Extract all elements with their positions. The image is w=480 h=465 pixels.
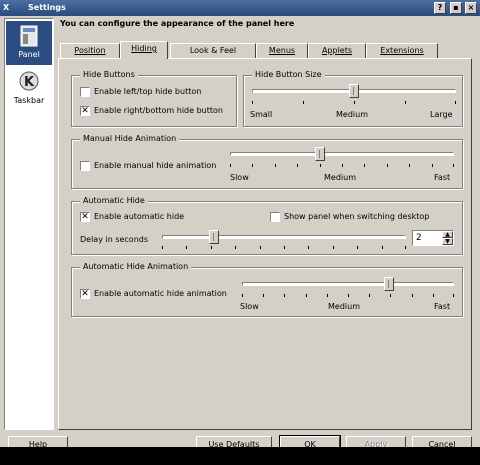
manual-hide-animation-group: Manual Hide Animation Enable manual hide… bbox=[71, 134, 463, 189]
group-title: Automatic Hide bbox=[80, 196, 148, 205]
left-top-hide-checkbox[interactable] bbox=[80, 87, 90, 97]
tick-marks bbox=[242, 294, 454, 297]
sidebar-item-label: Taskbar bbox=[13, 96, 45, 105]
sidebar: Panel K Taskbar bbox=[4, 18, 54, 430]
tab-position[interactable]: Position bbox=[60, 43, 120, 58]
group-title: Automatic Hide Animation bbox=[80, 262, 192, 271]
screen-bottom-edge bbox=[0, 447, 480, 465]
page-heading: You can configure the appearance of the … bbox=[60, 19, 295, 28]
hide-button-size-slider[interactable] bbox=[349, 84, 359, 98]
manual-hide-animation-label: Enable manual hide animation bbox=[94, 161, 217, 170]
minimize-button[interactable]: ▪ bbox=[450, 2, 462, 14]
hide-buttons-group: Hide Buttons Enable left/top hide button… bbox=[71, 70, 237, 127]
taskbar-icon: K bbox=[19, 71, 39, 91]
speed-slow-label: Slow bbox=[230, 173, 249, 182]
sidebar-item-label: Panel bbox=[18, 50, 40, 59]
speed-fast-label: Fast bbox=[434, 173, 451, 182]
tick-marks bbox=[252, 101, 456, 104]
svg-text:K: K bbox=[24, 75, 35, 90]
automatic-hide-animation-label: Enable automatic hide animation bbox=[94, 289, 227, 298]
panel-icon bbox=[20, 25, 38, 47]
speed-slow-label: Slow bbox=[240, 302, 259, 311]
delay-label: Delay in seconds bbox=[80, 235, 149, 244]
delay-spinbox[interactable]: 2 ▲ ▼ bbox=[412, 230, 454, 246]
show-when-switching-label: Show panel when switching desktop bbox=[284, 212, 430, 221]
tab-hiding[interactable]: Hiding bbox=[120, 41, 168, 59]
title-bar[interactable]: X Settings ? ▪ × bbox=[0, 0, 480, 16]
spin-down-icon[interactable]: ▼ bbox=[442, 238, 453, 245]
tab-look-and-feel[interactable]: Look & Feel bbox=[170, 43, 256, 58]
auto-hide-speed-track bbox=[242, 282, 454, 286]
tab-menus[interactable]: Menus bbox=[256, 43, 308, 58]
automatic-hide-animation-checkbox[interactable]: ✕ bbox=[80, 289, 90, 299]
automatic-hide-group: Automatic Hide ✕ Enable automatic hide S… bbox=[71, 196, 463, 255]
auto-hide-speed-slider[interactable] bbox=[384, 277, 394, 291]
manual-hide-speed-track bbox=[230, 152, 454, 156]
window-title: Settings bbox=[28, 3, 66, 12]
group-title: Hide Button Size bbox=[252, 70, 325, 79]
tick-marks bbox=[162, 246, 406, 249]
tab-extensions[interactable]: Extensions bbox=[366, 43, 438, 58]
manual-hide-speed-slider[interactable] bbox=[315, 147, 325, 161]
close-button[interactable]: × bbox=[465, 2, 477, 14]
size-large-label: Large bbox=[430, 110, 453, 119]
tick-marks bbox=[230, 164, 454, 167]
group-title: Manual Hide Animation bbox=[80, 134, 180, 143]
show-when-switching-checkbox[interactable] bbox=[270, 212, 280, 222]
right-bottom-hide-checkbox[interactable]: ✕ bbox=[80, 106, 90, 116]
speed-medium-label: Medium bbox=[324, 173, 356, 182]
delay-slider[interactable] bbox=[209, 230, 219, 244]
tab-bar: Position Hiding Look & Feel Menus Applet… bbox=[58, 41, 472, 59]
delay-track bbox=[162, 235, 406, 239]
automatic-hide-checkbox[interactable]: ✕ bbox=[80, 212, 90, 222]
kde-x-icon[interactable]: X bbox=[3, 2, 25, 14]
size-medium-label: Medium bbox=[336, 110, 368, 119]
spin-up-icon[interactable]: ▲ bbox=[442, 231, 453, 238]
automatic-hide-label: Enable automatic hide bbox=[94, 212, 185, 221]
speed-fast-label: Fast bbox=[434, 302, 451, 311]
sidebar-item-taskbar[interactable]: K Taskbar bbox=[6, 67, 52, 111]
tab-applets[interactable]: Applets bbox=[308, 43, 366, 58]
settings-window: X Settings ? ▪ × Panel K Taskbar You can… bbox=[0, 0, 480, 465]
group-title: Hide Buttons bbox=[80, 70, 138, 79]
manual-hide-animation-checkbox[interactable] bbox=[80, 161, 90, 171]
delay-value[interactable]: 2 bbox=[416, 233, 422, 243]
left-top-hide-label: Enable left/top hide button bbox=[94, 87, 202, 96]
hide-button-size-group: Hide Button Size Small Medium Large bbox=[243, 70, 463, 127]
help-titlebar-button[interactable]: ? bbox=[434, 2, 446, 14]
size-small-label: Small bbox=[250, 110, 273, 119]
hiding-tab-pane: Hide Buttons Enable left/top hide button… bbox=[58, 58, 472, 430]
right-bottom-hide-label: Enable right/bottom hide button bbox=[94, 106, 223, 115]
speed-medium-label: Medium bbox=[328, 302, 360, 311]
sidebar-item-panel[interactable]: Panel bbox=[6, 21, 52, 65]
automatic-hide-animation-group: Automatic Hide Animation ✕ Enable automa… bbox=[71, 262, 463, 317]
